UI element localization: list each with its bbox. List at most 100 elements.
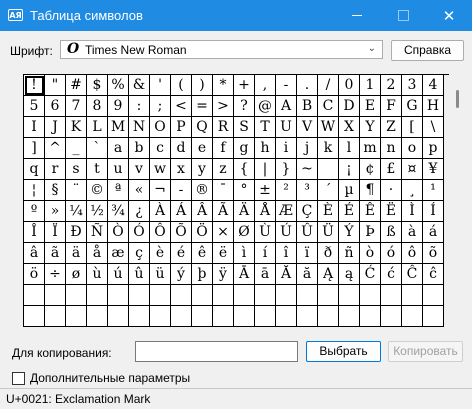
char-cell[interactable]: { — [234, 159, 255, 180]
character-grid[interactable]: ! " # $% & '() * +, -./0 1 2 3 4 5 6 7 8 9:; < = >? @ A B C D E F G H… — [23, 74, 449, 327]
char-cell[interactable]: ¢ — [360, 159, 381, 180]
char-cell[interactable]: Ü — [318, 222, 339, 243]
char-cell[interactable]: Å — [255, 201, 276, 222]
char-cell[interactable]: â — [24, 243, 45, 264]
select-button[interactable]: Выбрать — [306, 341, 381, 362]
char-cell[interactable]: 2 — [381, 75, 402, 96]
char-cell[interactable]: ù — [87, 264, 108, 285]
char-cell[interactable] — [171, 285, 192, 306]
char-cell[interactable]: × — [213, 222, 234, 243]
char-cell[interactable]: h — [255, 138, 276, 159]
char-cell[interactable]: ¡ — [339, 159, 360, 180]
char-cell[interactable]: ö — [24, 264, 45, 285]
char-cell[interactable]: á — [423, 222, 444, 243]
char-cell[interactable]: É — [339, 201, 360, 222]
char-cell[interactable]: c — [150, 138, 171, 159]
char-cell[interactable]: ã — [45, 243, 66, 264]
char-cell[interactable]: é — [171, 243, 192, 264]
char-cell[interactable] — [297, 306, 318, 327]
char-cell[interactable]: Ú — [276, 222, 297, 243]
char-cell[interactable]: X — [339, 117, 360, 138]
char-cell[interactable]: Î — [24, 222, 45, 243]
char-cell[interactable]: Û — [297, 222, 318, 243]
char-cell[interactable]: Ä — [234, 201, 255, 222]
char-cell[interactable]: ÷ — [45, 264, 66, 285]
char-cell[interactable]: È — [318, 201, 339, 222]
char-cell[interactable] — [24, 306, 45, 327]
char-cell[interactable]: p — [423, 138, 444, 159]
copy-text-input[interactable] — [135, 341, 298, 362]
char-cell[interactable]: _ — [66, 138, 87, 159]
char-cell[interactable] — [150, 285, 171, 306]
char-cell[interactable]: k — [318, 138, 339, 159]
char-cell[interactable]: O — [150, 117, 171, 138]
char-cell[interactable]: Ý — [339, 222, 360, 243]
help-button[interactable]: Справка — [391, 40, 464, 61]
char-cell[interactable]: F — [381, 96, 402, 117]
char-cell[interactable]: ´ — [318, 180, 339, 201]
char-cell[interactable]: Þ — [360, 222, 381, 243]
char-cell[interactable]: ú — [108, 264, 129, 285]
char-cell[interactable]: ~ — [297, 159, 318, 180]
char-cell[interactable] — [360, 285, 381, 306]
char-cell[interactable]: Ð — [66, 222, 87, 243]
char-cell[interactable]: Ö — [192, 222, 213, 243]
char-cell[interactable]: : — [129, 96, 150, 117]
char-cell[interactable]: Õ — [171, 222, 192, 243]
char-cell[interactable]: Ā — [234, 264, 255, 285]
char-cell[interactable]: ¬ — [150, 180, 171, 201]
char-cell[interactable]: ± — [255, 180, 276, 201]
char-cell[interactable] — [297, 285, 318, 306]
char-cell[interactable]: % — [108, 75, 129, 96]
char-cell[interactable]: ê — [192, 243, 213, 264]
char-cell[interactable]: e — [192, 138, 213, 159]
char-cell[interactable] — [24, 285, 45, 306]
char-cell[interactable]: > — [213, 96, 234, 117]
char-cell[interactable] — [276, 285, 297, 306]
char-cell[interactable]: 3 — [402, 75, 423, 96]
char-cell[interactable] — [255, 306, 276, 327]
char-cell[interactable]: [ — [402, 117, 423, 138]
char-cell[interactable]: B — [297, 96, 318, 117]
char-cell[interactable]: J — [45, 117, 66, 138]
char-cell[interactable] — [213, 285, 234, 306]
char-cell[interactable]: ! — [24, 75, 45, 96]
advanced-view-label[interactable]: Дополнительные параметры — [30, 371, 190, 385]
char-cell[interactable]: î — [276, 243, 297, 264]
scrollbar-thumb[interactable] — [456, 90, 459, 108]
char-cell[interactable]: x — [171, 159, 192, 180]
char-cell[interactable]: Ù — [255, 222, 276, 243]
char-cell[interactable] — [402, 306, 423, 327]
char-cell[interactable] — [339, 306, 360, 327]
char-cell[interactable]: Q — [192, 117, 213, 138]
char-cell[interactable]: H — [423, 96, 444, 117]
advanced-view-checkbox[interactable] — [12, 372, 25, 385]
char-cell[interactable]: v — [129, 159, 150, 180]
char-cell[interactable] — [234, 285, 255, 306]
char-cell[interactable] — [234, 306, 255, 327]
char-cell[interactable]: © — [87, 180, 108, 201]
char-cell[interactable]: £ — [381, 159, 402, 180]
char-cell[interactable]: ă — [297, 264, 318, 285]
char-cell[interactable]: ) — [192, 75, 213, 96]
char-cell[interactable]: & — [129, 75, 150, 96]
char-cell[interactable]: A — [276, 96, 297, 117]
char-cell[interactable]: Ë — [381, 201, 402, 222]
char-cell[interactable]: å — [87, 243, 108, 264]
char-cell[interactable]: 4 — [423, 75, 444, 96]
char-cell[interactable]: ì — [234, 243, 255, 264]
char-cell[interactable]: ¶ — [360, 180, 381, 201]
char-cell[interactable]: G — [402, 96, 423, 117]
char-cell[interactable]: Ó — [129, 222, 150, 243]
char-cell[interactable]: Y — [360, 117, 381, 138]
char-cell[interactable] — [87, 306, 108, 327]
char-cell[interactable]: . — [297, 75, 318, 96]
char-cell[interactable]: P — [171, 117, 192, 138]
char-cell[interactable]: À — [150, 201, 171, 222]
char-cell[interactable] — [129, 285, 150, 306]
char-cell[interactable]: ² — [276, 180, 297, 201]
char-cell[interactable]: m — [360, 138, 381, 159]
char-cell[interactable]: Í — [423, 201, 444, 222]
char-cell[interactable]: ä — [66, 243, 87, 264]
char-cell[interactable]: 1 — [360, 75, 381, 96]
